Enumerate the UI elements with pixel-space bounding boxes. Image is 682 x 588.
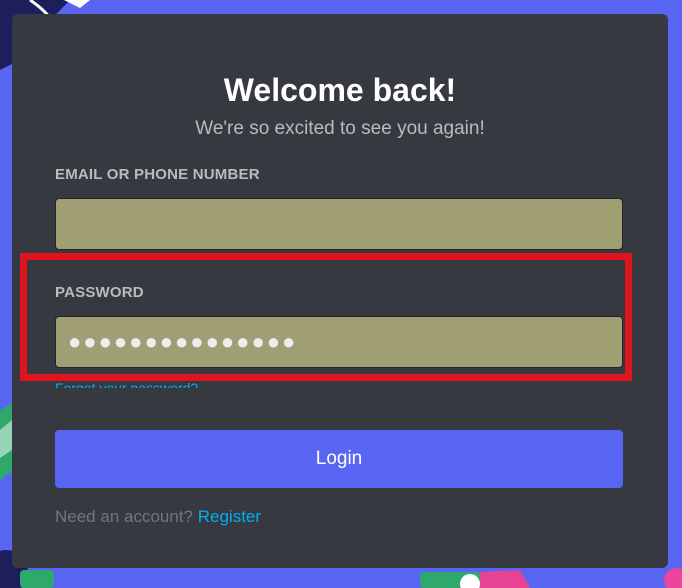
register-link[interactable]: Register — [198, 507, 261, 526]
password-value: ●●●●●●●●●●●●●●● — [68, 329, 298, 354]
forgot-password-link[interactable]: Forgot your password? — [55, 380, 198, 388]
login-card: Welcome back! We're so excited to see yo… — [12, 14, 668, 568]
password-field[interactable]: ●●●●●●●●●●●●●●● — [55, 316, 623, 368]
need-account-text: Need an account? — [55, 507, 193, 526]
password-label: PASSWORD — [55, 284, 144, 301]
login-button[interactable]: Login — [55, 430, 623, 488]
register-row: Need an account? Register — [55, 507, 261, 527]
page-subtitle: We're so excited to see you again! — [195, 118, 485, 139]
email-label: EMAIL OR PHONE NUMBER — [55, 166, 260, 183]
page-title: Welcome back! — [223, 72, 457, 108]
email-field[interactable] — [55, 198, 623, 250]
